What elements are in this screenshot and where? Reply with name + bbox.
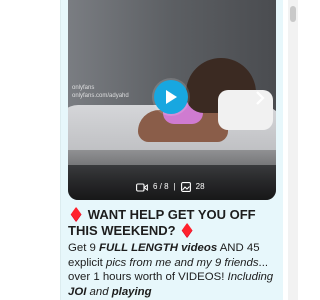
video-camera-icon bbox=[136, 182, 148, 192]
post-headline: ♦️ WANT HELP GET YOU OFF THIS WEEKEND? ♦… bbox=[68, 207, 280, 238]
media-watermark: onlyfans onlyfans.com/adyahd bbox=[72, 84, 129, 100]
diamond-icon: ♦️ bbox=[68, 207, 85, 222]
scrollbar-thumb[interactable] bbox=[290, 6, 296, 22]
watermark-line1: onlyfans bbox=[72, 85, 95, 91]
video-count: 6 / 8 bbox=[153, 182, 169, 191]
post-media[interactable]: onlyfans onlyfans.com/adyahd 6 / 8 | 28 bbox=[68, 0, 276, 200]
chevron-right-icon bbox=[256, 91, 265, 105]
image-count: 28 bbox=[195, 182, 205, 191]
counter-separator: | bbox=[173, 182, 176, 191]
headline-text: WANT HELP GET YOU OFF THIS WEEKEND? bbox=[68, 207, 256, 238]
body-text-2: FULL LENGTH videos bbox=[99, 242, 218, 254]
play-icon bbox=[166, 90, 177, 104]
diamond-icon: ♦️ bbox=[179, 222, 196, 238]
body-text-9: playing bbox=[111, 285, 152, 298]
post-text: ♦️ WANT HELP GET YOU OFF THIS WEEKEND? ♦… bbox=[68, 207, 280, 299]
media-counters: 6 / 8 | 28 bbox=[136, 181, 205, 193]
post-body: Get 9 FULL LENGTH videos AND 45 explicit… bbox=[68, 241, 280, 299]
body-text-4: pics from me and my 9 friends bbox=[105, 256, 259, 269]
body-text-6: Including bbox=[227, 271, 274, 284]
scrollbar[interactable] bbox=[288, 0, 298, 300]
left-margin bbox=[0, 0, 60, 300]
play-button[interactable] bbox=[154, 80, 188, 114]
body-text-8: and bbox=[86, 285, 112, 298]
next-slide-button[interactable] bbox=[252, 90, 268, 106]
body-text-7: JOI bbox=[68, 285, 87, 298]
image-icon bbox=[180, 182, 191, 192]
body-text-1: Get 9 bbox=[68, 242, 100, 254]
watermark-line2: onlyfans.com/adyahd bbox=[72, 93, 129, 99]
